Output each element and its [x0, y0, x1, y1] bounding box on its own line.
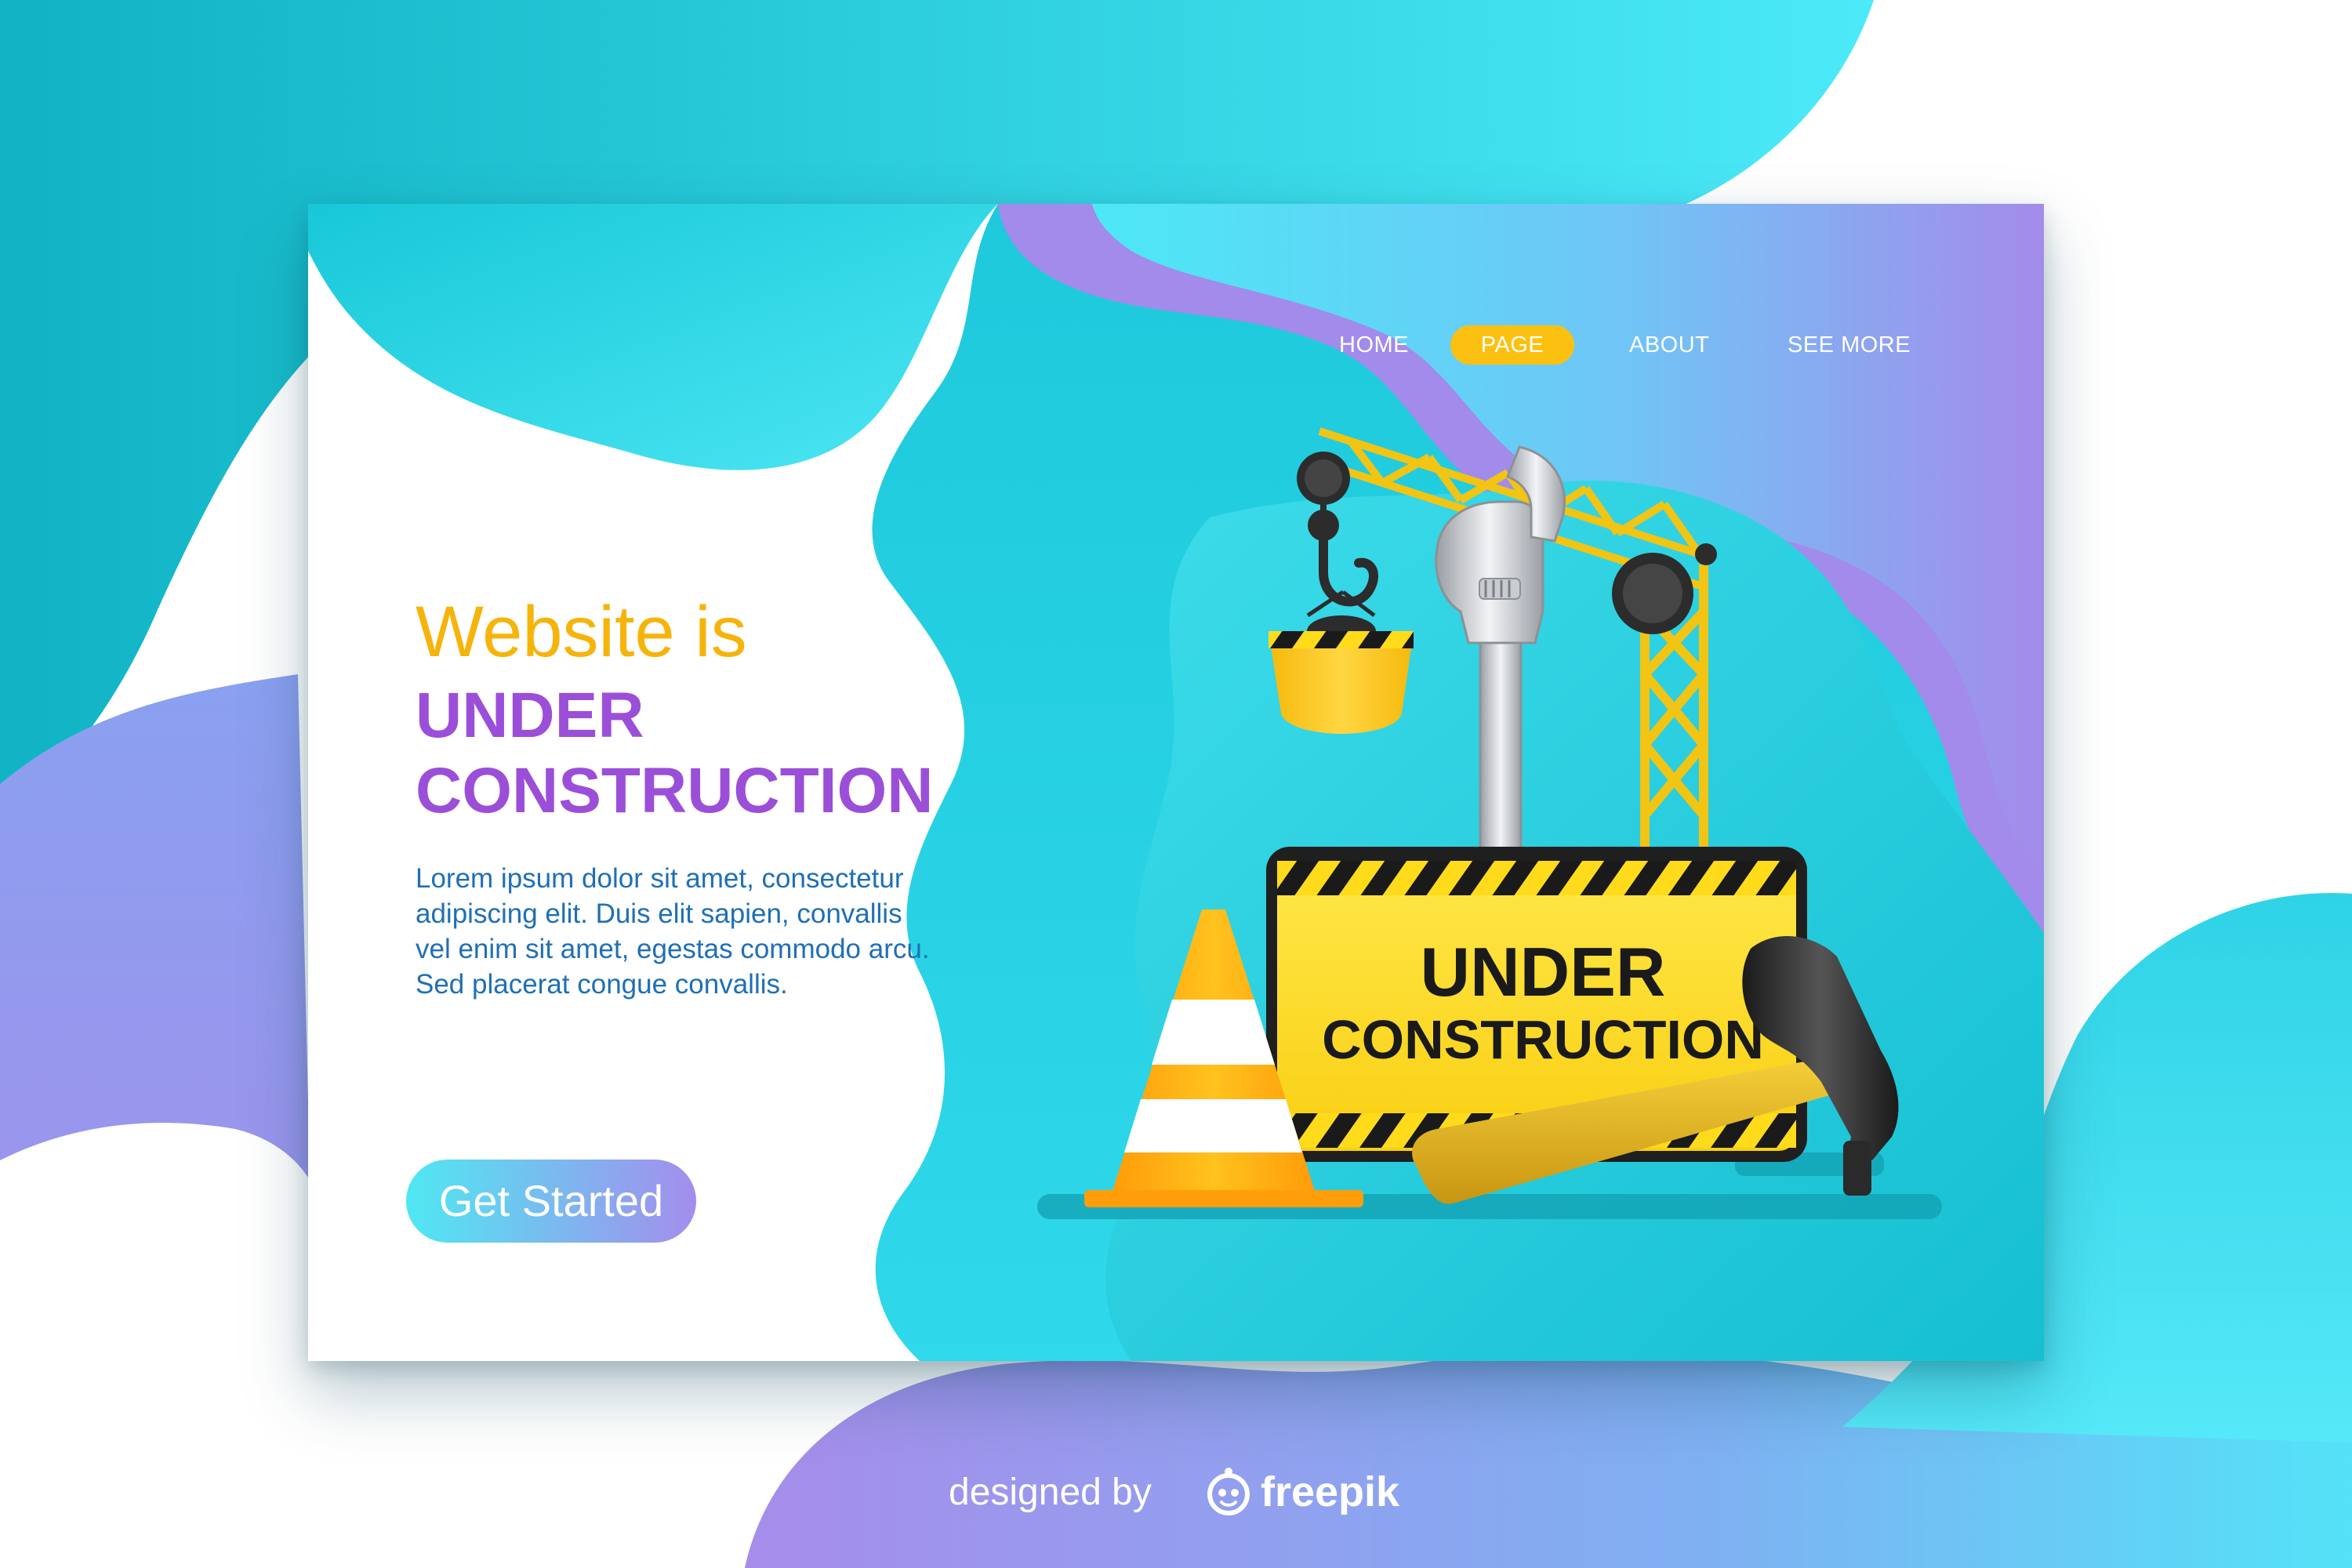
headline-intro: Website is	[416, 592, 747, 672]
get-started-button[interactable]: Get Started	[406, 1160, 696, 1243]
hero-description-line: Lorem ipsum dolor sit amet, consectetur	[416, 863, 904, 894]
nav-home[interactable]: HOME	[1339, 325, 1409, 365]
footer-credit: designed by freepik	[949, 1465, 1419, 1519]
sign-line-1: UNDER	[1421, 933, 1666, 1011]
freepik-brand-label: freepik	[1261, 1468, 1400, 1515]
nav-see-more[interactable]: SEE MORE	[1788, 325, 1911, 365]
designed-by-label: designed by	[949, 1472, 1152, 1513]
nav-about[interactable]: ABOUT	[1629, 325, 1709, 365]
sign-line-2: CONSTRUCTION	[1322, 1009, 1764, 1070]
hero-description-line: Sed placerat congue convallis.	[416, 969, 788, 1000]
landing-page-card: UNDER CONSTRUCTION HOME PAGE ABOUT SEE M…	[308, 204, 2044, 1361]
bucket-icon	[1269, 615, 1414, 734]
hero-description-line: vel enim sit amet, egestas commodo arcu.	[416, 934, 930, 964]
top-nav: HOME PAGE ABOUT SEE MORE	[1276, 325, 2044, 372]
headline-construction: CONSTRUCTION	[416, 755, 934, 826]
nav-page[interactable]: PAGE	[1450, 325, 1574, 365]
page: UNDER CONSTRUCTION HOME PAGE ABOUT SEE M…	[0, 0, 2352, 1568]
freepik-logo-icon	[1207, 1468, 1250, 1515]
hero-description: Lorem ipsum dolor sit amet, consectetur …	[416, 861, 1058, 1002]
headline-under: UNDER	[416, 680, 644, 751]
hero-description-line: adipiscing elit. Duis elit sapien, conva…	[416, 898, 902, 929]
